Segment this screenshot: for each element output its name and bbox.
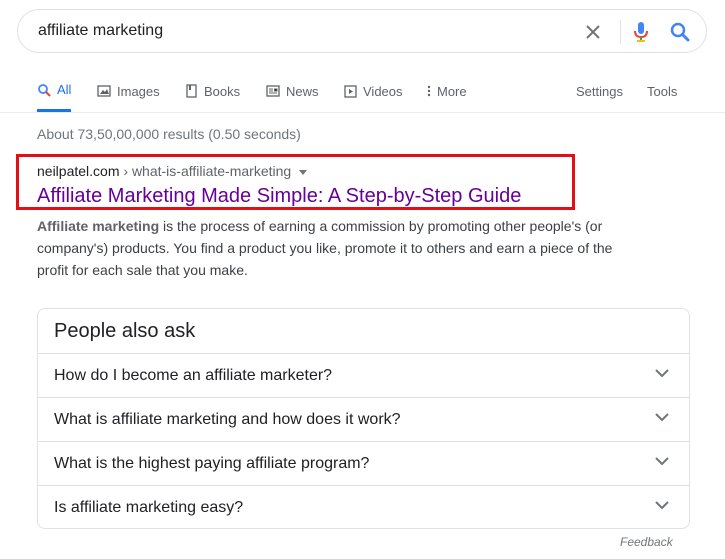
tab-books[interactable]: Books (186, 70, 240, 112)
tab-label: News (286, 83, 319, 99)
caret-down-icon[interactable] (299, 169, 308, 175)
search-icon (38, 83, 51, 97)
tools-link[interactable]: Tools (647, 70, 677, 112)
paa-question[interactable]: Is affiliate marketing easy? (38, 485, 689, 529)
search-divider (620, 20, 621, 44)
search-input[interactable]: affiliate marketing (38, 22, 163, 40)
video-icon (344, 84, 357, 98)
tab-more[interactable]: More (427, 70, 467, 112)
book-icon (186, 84, 197, 98)
tab-label: Videos (363, 83, 403, 99)
snippet-bold: Affiliate marketing (37, 218, 160, 234)
tab-label: Images (117, 83, 160, 99)
search-tabs: All Images Books News Videos More Settin… (0, 70, 725, 113)
people-also-ask: People also ask How do I become an affil… (37, 308, 690, 529)
chevron-down-icon (655, 457, 669, 466)
more-vert-icon (427, 85, 431, 97)
tab-label: All (57, 82, 72, 97)
paa-question[interactable]: What is affiliate marketing and how does… (38, 397, 689, 441)
paa-question-text: What is affiliate marketing and how does… (54, 411, 401, 428)
settings-link[interactable]: Settings (576, 70, 623, 112)
tab-videos[interactable]: Videos (344, 70, 403, 112)
chevron-down-icon (655, 413, 669, 422)
news-icon (266, 85, 280, 97)
paa-question-text: What is the highest paying affiliate pro… (54, 455, 370, 472)
paa-question-text: How do I become an affiliate marketer? (54, 367, 333, 384)
paa-question[interactable]: How do I become an affiliate marketer? (38, 353, 689, 397)
tools-label: Tools (647, 83, 678, 99)
settings-label: Settings (576, 83, 623, 99)
microphone-icon[interactable] (631, 21, 651, 43)
paa-heading: People also ask (54, 320, 196, 342)
image-icon (97, 85, 111, 97)
result-path: › what-is-affiliate-marketing (119, 163, 292, 179)
paa-question-text: Is affiliate marketing easy? (54, 499, 244, 516)
tab-all[interactable]: All (37, 70, 72, 112)
tab-news[interactable]: News (266, 70, 319, 112)
feedback-link[interactable]: Feedback (620, 535, 673, 549)
tab-label: Books (204, 83, 241, 99)
chevron-down-icon (655, 369, 669, 378)
paa-question[interactable]: What is the highest paying affiliate pro… (38, 441, 689, 485)
result-domain: neilpatel.com (37, 163, 120, 179)
chevron-down-icon (655, 501, 669, 510)
search-box[interactable]: affiliate marketing (17, 9, 707, 53)
result-stats: About 73,50,00,000 results (0.50 seconds… (37, 126, 301, 142)
result-snippet: Affiliate marketing is the process of ea… (37, 215, 627, 281)
clear-icon[interactable] (583, 22, 603, 42)
tab-label: More (437, 83, 467, 99)
tab-images[interactable]: Images (97, 70, 160, 112)
search-button-icon[interactable] (669, 21, 691, 43)
result-title-link[interactable]: Affiliate Marketing Made Simple: A Step-… (37, 185, 521, 208)
result-cite[interactable]: neilpatel.com › what-is-affiliate-market… (37, 163, 308, 179)
